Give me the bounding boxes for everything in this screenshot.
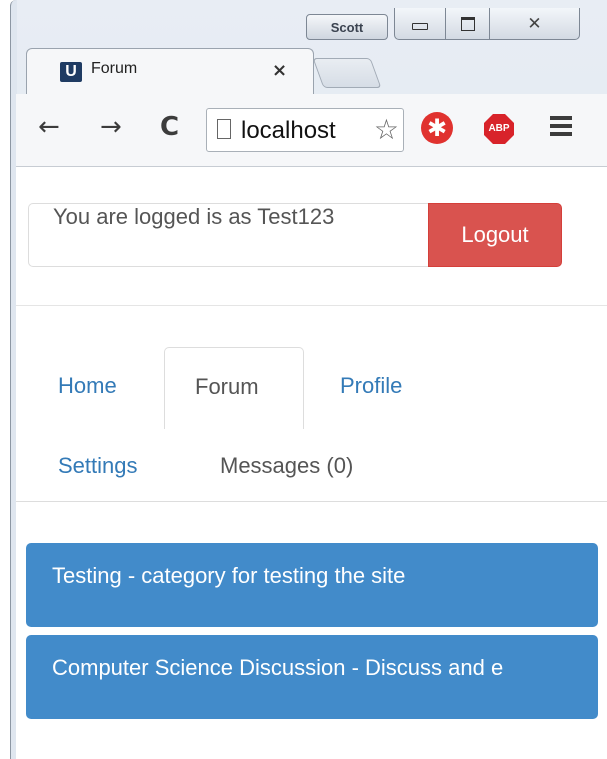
- address-text: localhost: [241, 117, 336, 144]
- tab-forum-label: Forum: [195, 374, 259, 399]
- menu-bar: [550, 132, 572, 136]
- login-status-text: You are logged is as Test123: [28, 203, 428, 267]
- new-tab-button[interactable]: [312, 58, 382, 88]
- tab-title: Forum: [91, 60, 138, 77]
- address-bar[interactable]: localhost ☆: [206, 108, 404, 152]
- nav-tabs-divider: [16, 501, 607, 502]
- bookmark-star-icon[interactable]: ☆: [371, 113, 399, 146]
- extension-flower-icon[interactable]: ✱: [421, 112, 453, 144]
- forward-arrow-icon[interactable]: →: [100, 112, 122, 142]
- tab-profile[interactable]: Profile: [340, 373, 402, 399]
- close-window-button[interactable]: ✕: [490, 8, 580, 40]
- close-icon: ✕: [527, 13, 542, 34]
- category-item[interactable]: Computer Science Discussion - Discuss an…: [26, 635, 598, 719]
- profile-button[interactable]: Scott: [306, 14, 388, 40]
- back-arrow-icon[interactable]: ←: [38, 112, 60, 142]
- tab-messages[interactable]: Messages (0): [220, 453, 353, 479]
- page-icon: [217, 119, 231, 139]
- adblock-icon[interactable]: ABP: [484, 114, 514, 144]
- page-content: You are logged is as Test123 Logout Foru…: [16, 167, 607, 759]
- maximize-button[interactable]: [446, 8, 490, 40]
- login-status-group: You are logged is as Test123 Logout: [28, 203, 562, 267]
- maximize-icon: [460, 16, 475, 31]
- tab-settings[interactable]: Settings: [58, 453, 138, 479]
- menu-bar: [550, 124, 572, 128]
- tab-home[interactable]: Home: [58, 373, 117, 399]
- logout-button[interactable]: Logout: [428, 203, 562, 267]
- category-item[interactable]: Testing - category for testing the site: [26, 543, 598, 627]
- menu-bar: [550, 116, 572, 120]
- tab-close-icon[interactable]: ×: [272, 60, 287, 81]
- reload-icon[interactable]: C: [160, 112, 179, 142]
- divider: [16, 305, 607, 306]
- tab-forum[interactable]: Forum: [164, 347, 304, 429]
- minimize-button[interactable]: [394, 8, 446, 40]
- menu-icon[interactable]: [550, 116, 572, 136]
- minimize-icon: [412, 23, 428, 30]
- favicon-icon: U: [60, 62, 82, 82]
- window-controls: ✕: [394, 8, 594, 42]
